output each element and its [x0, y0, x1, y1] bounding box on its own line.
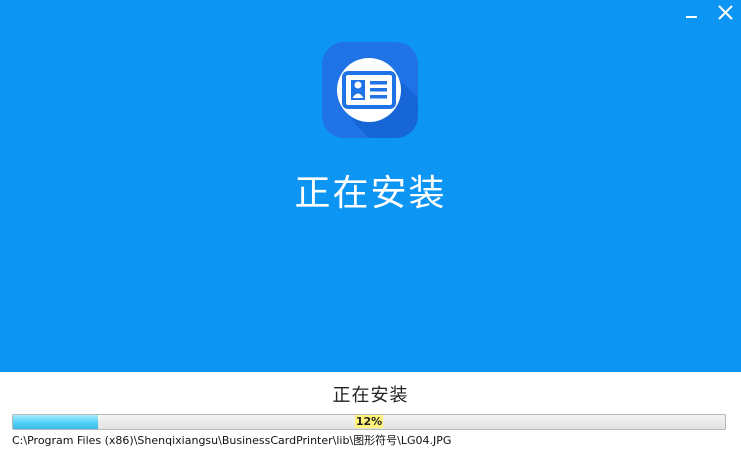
progress-percent: 12% — [354, 415, 384, 428]
minimize-button[interactable] — [676, 0, 708, 28]
installer-footer: 正在安装 12% C:\Program Files (x86)\Shenqixi… — [0, 372, 741, 471]
installer-window: 正在安装 正在安装 12% C:\Program Files (x86)\She… — [0, 0, 741, 471]
close-icon — [718, 5, 733, 20]
installing-title: 正在安装 — [294, 173, 447, 214]
installer-header: 正在安装 — [0, 0, 741, 372]
install-progress-bar: 12% — [12, 414, 726, 430]
status-label: 正在安装 — [332, 385, 409, 406]
current-file-path: C:\Program Files (x86)\Shenqixiangsu\Bus… — [12, 434, 452, 447]
minimize-icon — [686, 16, 697, 18]
close-button[interactable] — [709, 0, 741, 28]
business-card-icon — [322, 42, 418, 138]
